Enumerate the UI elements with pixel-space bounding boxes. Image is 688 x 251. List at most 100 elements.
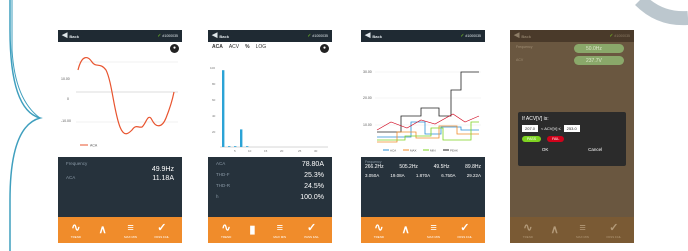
phone-pass-fail: ◀ Back ✓ #1000035 Frequency 50.0Hz ACV 2… [510,30,634,243]
wave-tool-button[interactable]: ∧ [402,224,410,237]
check-icon: ✓ [460,33,465,39]
tool-label: MAX MIN [273,234,287,239]
harmonic-bar [222,70,225,147]
trend-tool-button[interactable]: ∿ TREND [523,222,533,239]
ok-button[interactable]: OK [542,147,549,152]
passfail-tool-button[interactable]: ✓ PASS FAIL [154,222,169,239]
app-header: ◀ Back ✓ #1000035 [208,30,332,42]
tab-acv[interactable]: ACV [229,44,239,50]
serial-number: #1000035 [614,34,630,38]
row-value: 24.5% [304,183,324,190]
acv-pass-pill: 237.7V [574,56,624,65]
serial-badge: ✓ #1000035 [609,33,630,39]
check-icon: ✓ [157,221,167,234]
trend-tool-button[interactable]: ∿ TREND [374,222,384,239]
serial-number: #1000035 [465,34,481,38]
camera-icon[interactable]: ● [170,44,179,53]
tool-label: MAX MIN [124,234,137,239]
fail-toggle[interactable]: FAIL [547,136,565,142]
tool-label: TREND [220,234,232,239]
harmonic-bar [246,146,249,147]
harmonic-bar [240,129,243,147]
y-tick-label: 0 [67,97,69,101]
wave-tool-button[interactable]: ∧ [551,224,559,237]
row-value: 25.3% [304,172,324,179]
pass-toggle[interactable]: PASS [522,136,542,142]
freq-pass-pill: 50.0Hz [574,44,624,53]
wave-tool-button[interactable]: ∧ [99,224,107,237]
harmonics-tool-button[interactable]: ▮ [249,224,255,237]
row-label: ACA [216,161,226,166]
back-arrow-icon: ◀ [365,32,371,39]
maxmin-tool-button[interactable]: ≡ MAX MIN [427,222,440,239]
trend-tool-button[interactable]: ∿ TREND [71,222,81,239]
row-label: THD-R [216,183,230,188]
waveform-icon: ∧ [550,223,559,236]
aca-value: 29.22A [466,173,481,178]
maxmin-tool-button[interactable]: ≡ MAX MIN [273,222,286,239]
acv-label: ACV [516,58,524,62]
bar-chart-icon: ▮ [249,223,256,236]
tool-label: MAX MIN [576,234,589,239]
freq-value: 266.2Hz [365,164,384,170]
row-label: h [216,194,219,199]
tool-label: PASS FAIL [606,234,622,239]
app-header: ◀ Back ✓ #1000035 [510,30,634,42]
back-button[interactable]: ◀ Back [212,32,229,39]
waveform-icon: ∧ [401,223,410,236]
waveform-line [77,57,175,135]
legend-label: PEAK [450,149,458,153]
y-tick-label: -10.00 [61,119,71,123]
check-icon: ✓ [306,221,317,234]
x-tick-label: 15 [264,149,268,153]
maxmin-tool-button[interactable]: ≡ MAX MIN [124,222,137,239]
camera-icon[interactable]: ● [320,44,329,53]
tab-aca[interactable]: ACA [212,44,223,50]
legend-label: ACA [390,149,396,153]
cancel-button[interactable]: Cancel [588,147,602,152]
row-value: 78.80A [301,161,324,168]
high-limit-input[interactable]: 253.0 [563,125,580,132]
serial-number: #1000035 [162,34,178,38]
aca-value: 6.750A [441,173,456,178]
x-tick-label: 25 [298,149,302,153]
aca-value: 19.08A [390,173,405,178]
passfail-tool-button[interactable]: ✓ PASS FAIL [304,222,319,239]
row-value: 100.0% [300,194,324,201]
maxmin-tool-button[interactable]: ≡ MAX MIN [576,222,589,239]
readout-panel: ACA 78.80A THD-F 25.3% THD-R 24.5% h 100.0% [208,157,332,217]
harmonic-bar [228,146,231,147]
passfail-tool-button[interactable]: ✓ PASS FAIL [457,222,472,239]
trend-tool-button[interactable]: ∿ TREND [221,222,231,239]
freq-value: 50.0Hz [586,45,602,52]
multi-trend-svg: 30.00 20.00 10.00 ACA MAX MIN PEAK [363,70,481,153]
maxmin-icon: ≡ [127,221,134,234]
back-label: Back [69,33,79,39]
maxmin-icon: ≡ [276,221,283,234]
serial-number: #1000035 [312,34,328,38]
aca-value: 11.18A [152,175,174,182]
freq-value: 49.5Hz [433,164,450,170]
y-tick-label: 30.00 [363,70,372,74]
y-tick-label: 60 [212,98,216,102]
tool-label: PASS FAIL [457,234,473,239]
back-button[interactable]: ◀ Back [365,32,382,39]
readout-panel: Frequency 266.2Hz 505.2Hz 49.5Hz 89.8Hz … [361,157,485,217]
waveform-svg: 10.00 0 -10.00 ACA [61,57,178,148]
harmonic-bar [234,146,237,147]
trend-icon: ∿ [374,221,384,234]
tool-label: PASS FAIL [154,234,170,239]
freq-label: Frequency [66,161,88,166]
back-button[interactable]: ◀ Back [514,32,531,39]
tab-percent[interactable]: % [245,44,249,50]
harmonics-bar-chart: 100 80 60 40 20 5 10 15 20 25 30 [210,66,328,153]
back-button[interactable]: ◀ Back [62,32,79,39]
tab-log[interactable]: LOG [256,44,267,50]
app-header: ◀ Back ✓ #1000035 [58,30,182,42]
x-tick-label: 20 [280,149,284,153]
low-limit-input[interactable]: 207.0 [522,125,539,132]
harmonics-tabs: ACA ACV % LOG [208,42,332,52]
passfail-tool-button[interactable]: ✓ PASS FAIL [606,222,621,239]
trend-icon: ∿ [221,221,231,234]
waveform-chart: ● 10.00 0 -10.00 ACA [58,42,182,157]
